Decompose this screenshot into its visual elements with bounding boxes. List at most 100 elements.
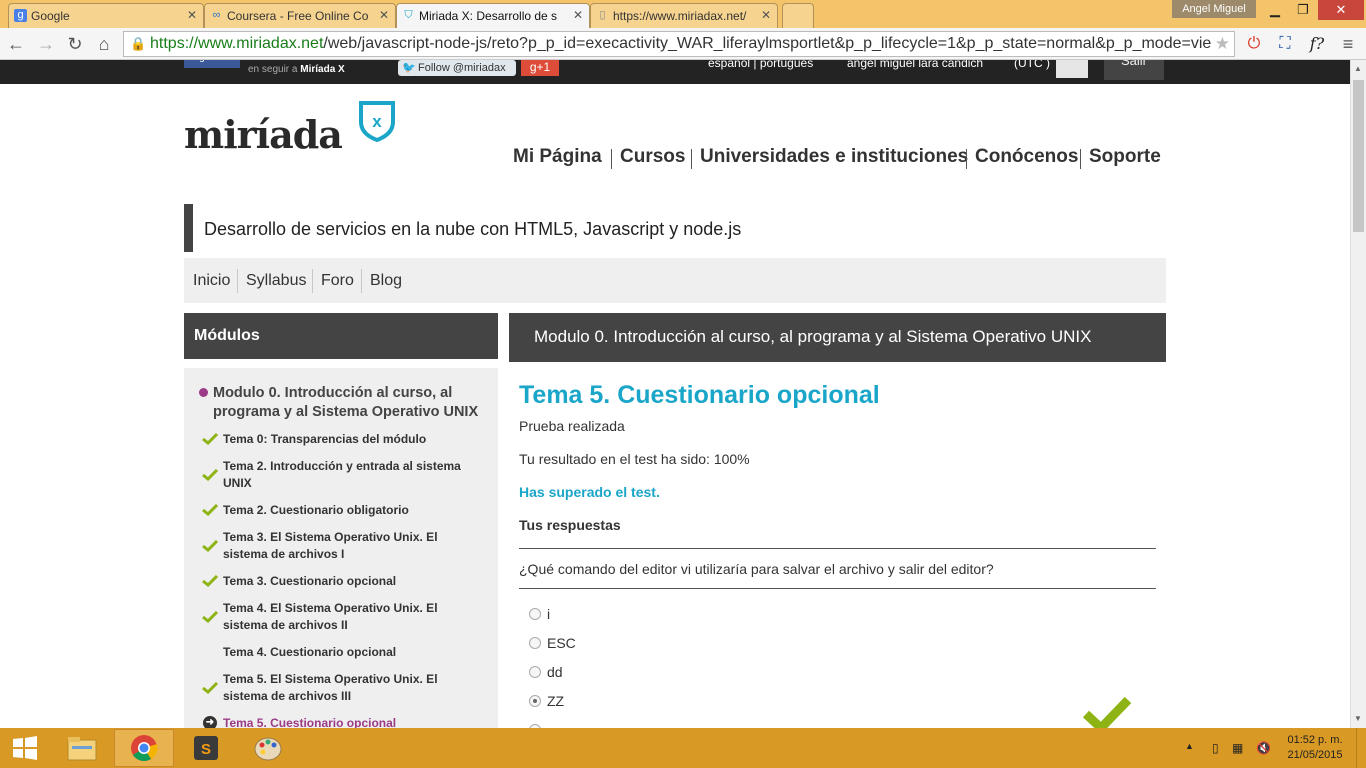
tab-coursera[interactable]: ∞ Coursera - Free Online Co ✕ (204, 3, 396, 28)
gplus-button[interactable]: g+1 (521, 60, 559, 76)
subnav-syllabus[interactable]: Syllabus (246, 272, 306, 290)
quiz-passed: Has superado el test. (519, 484, 660, 500)
sidebar-lesson[interactable]: Tema 3. El Sistema Operativo Unix. El si… (202, 529, 463, 563)
page-icon: ▯ (599, 9, 606, 21)
scroll-up-icon[interactable]: ▲ (1354, 64, 1362, 73)
forward-icon[interactable]: → (34, 32, 58, 56)
windows-icon (13, 736, 37, 760)
radio-button-checked[interactable] (529, 695, 541, 707)
language-switcher[interactable]: español | português (708, 60, 813, 70)
svg-text:S: S (201, 741, 211, 758)
sidebar-lesson[interactable]: Tema 4. El Sistema Operativo Unix. El si… (202, 600, 463, 634)
course-title: Desarrollo de servicios en la nube con H… (204, 219, 742, 239)
twitter-label: Follow @miriadax (418, 62, 506, 74)
tray-clock[interactable]: 01:52 p. m. 21/05/2015 (1278, 733, 1352, 763)
avatar[interactable] (1056, 60, 1088, 78)
answer-option-selected[interactable]: ZZ (529, 693, 829, 711)
nav-universidades[interactable]: Universidades e instituciones (700, 146, 968, 168)
subnav-divider (361, 269, 362, 293)
tray-expand-icon[interactable]: ▲ (1185, 741, 1194, 751)
scroll-down-icon[interactable]: ▼ (1354, 714, 1362, 723)
sidebar-lesson[interactable]: Tema 5. El Sistema Operativo Unix. El si… (202, 671, 463, 705)
tab-google[interactable]: g Google ✕ (8, 3, 204, 28)
start-button[interactable] (0, 729, 50, 767)
lesson-label: Tema 2. Introducción y entrada al sistem… (223, 459, 461, 490)
subnav-foro[interactable]: Foro (321, 272, 354, 290)
sidebar-lesson[interactable]: Tema 2. Introducción y entrada al sistem… (202, 458, 463, 492)
paint-taskbar-icon[interactable] (238, 729, 298, 767)
check-icon (202, 575, 218, 587)
address-bar[interactable]: 🔒 https://www.miriadax.net/web/javascrip… (123, 31, 1235, 57)
taskbar: S ▲ ▯ ▦ 🔇 01:52 p. m. 21/05/2015 (0, 728, 1366, 768)
sidebar-lesson-current[interactable]: ➜ Tema 5. Cuestionario opcional (203, 715, 463, 728)
browser-toolbar: ← → ↻ ⌂ 🔒 https://www.miriadax.net/web/j… (0, 28, 1366, 60)
check-icon (202, 682, 218, 694)
chrome-icon (131, 735, 158, 762)
sidebar-lesson[interactable]: Tema 0: Transparencias del módulo (202, 431, 463, 448)
check-icon (202, 540, 218, 552)
sidebar-lesson[interactable]: Tema 3. Cuestionario opcional (202, 573, 463, 590)
nav-conocenos[interactable]: Conócenos (975, 146, 1078, 168)
tab-miriadax-url[interactable]: ▯ https://www.miriadax.net/ ✕ (590, 3, 778, 28)
chrome-taskbar-icon[interactable] (114, 729, 174, 767)
reload-icon[interactable]: ↻ (63, 32, 87, 56)
facebook-login-button[interactable]: Login (184, 60, 240, 68)
arrow-right-icon: ➜ (203, 716, 217, 728)
extension-font-icon[interactable]: f? (1305, 32, 1329, 56)
answer-option[interactable]: ESC (529, 635, 829, 653)
shield-x-icon: x (359, 101, 395, 142)
user-name[interactable]: angel miguel lara candich (847, 60, 983, 70)
tab-title: https://www.miriadax.net/ (613, 9, 747, 23)
site-logo[interactable]: miríada (184, 112, 343, 157)
correct-check-icon (1083, 696, 1131, 728)
nav-mi-pagina[interactable]: Mi Página (513, 146, 602, 168)
extension-stop-icon[interactable]: ⏻ (1242, 32, 1266, 56)
tab-title: Miriada X: Desarrollo de s (419, 9, 558, 23)
twitter-follow-button[interactable]: 🐦 Follow @miriadax (398, 60, 516, 76)
minimize-icon[interactable]: ▁ (1262, 0, 1288, 20)
folder-icon (67, 737, 97, 761)
battery-icon[interactable]: ▯ (1212, 741, 1219, 755)
answer-option[interactable]: i (529, 606, 829, 624)
nav-cursos[interactable]: Cursos (620, 146, 685, 168)
quiz-status: Prueba realizada (519, 418, 625, 434)
extension-screen-icon[interactable]: ⛶ (1273, 32, 1297, 56)
page-viewport: Login en seguir a Miríada X 🐦 Follow @mi… (0, 60, 1350, 728)
nav-soporte[interactable]: Soporte (1089, 146, 1161, 168)
network-icon[interactable]: ▦ (1232, 741, 1243, 755)
modules-sidebar: Modulo 0. Introducción al curso, al prog… (184, 368, 498, 728)
home-icon[interactable]: ⌂ (92, 32, 116, 56)
tab-miriadax[interactable]: ⛉ Miriada X: Desarrollo de s ✕ (396, 3, 590, 28)
lock-icon: 🔒 (130, 36, 147, 51)
scroll-thumb[interactable] (1353, 80, 1364, 232)
close-tab-icon[interactable]: ✕ (757, 8, 771, 22)
sidebar-lesson[interactable]: Tema 2. Cuestionario obligatorio (202, 502, 463, 519)
subnav-inicio[interactable]: Inicio (193, 272, 230, 290)
close-tab-icon[interactable]: ✕ (375, 8, 389, 22)
maximize-icon[interactable]: ❐ (1290, 0, 1316, 20)
radio-button[interactable] (529, 637, 541, 649)
radio-button[interactable] (529, 608, 541, 620)
module-bullet-icon (199, 388, 208, 397)
bookmark-star-icon[interactable]: ★ (1210, 32, 1230, 56)
close-tab-icon[interactable]: ✕ (569, 8, 583, 22)
sidebar-lesson[interactable]: Tema 4. Cuestionario opcional (223, 644, 463, 661)
menu-icon[interactable]: ≡ (1336, 32, 1360, 56)
volume-muted-icon[interactable]: 🔇 (1256, 741, 1271, 755)
new-tab-button[interactable] (782, 3, 814, 28)
page-scrollbar[interactable]: ▲ ▼ (1350, 60, 1366, 728)
module-title[interactable]: Modulo 0. Introducción al curso, al prog… (213, 384, 493, 422)
radio-button[interactable] (529, 666, 541, 678)
back-icon[interactable]: ← (4, 32, 28, 56)
file-explorer-taskbar-icon[interactable] (52, 729, 112, 767)
question-text: ¿Qué comando del editor vi utilizaría pa… (519, 561, 994, 577)
sublime-taskbar-icon[interactable]: S (176, 729, 236, 767)
main-nav: Mi Página Cursos Universidades e institu… (500, 146, 1166, 172)
logout-button[interactable]: Salir (1104, 60, 1164, 80)
show-desktop-button[interactable] (1356, 728, 1366, 768)
close-window-icon[interactable]: ✕ (1318, 0, 1364, 20)
subnav-blog[interactable]: Blog (370, 272, 402, 290)
divider (519, 548, 1156, 549)
answer-option[interactable]: dd (529, 664, 829, 682)
close-tab-icon[interactable]: ✕ (187, 8, 197, 22)
